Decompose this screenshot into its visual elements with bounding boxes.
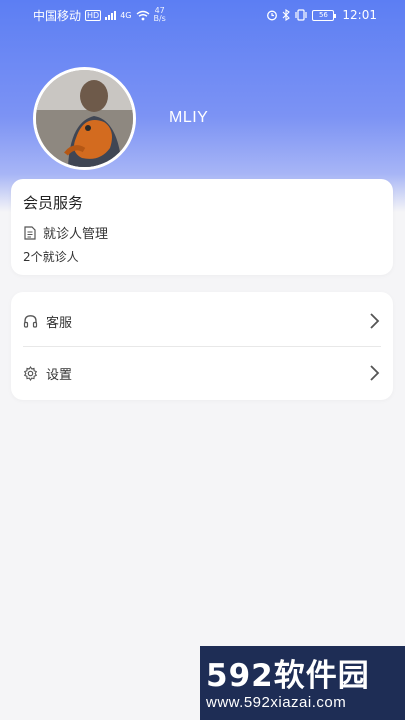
menu-item-settings[interactable]: 设置 bbox=[11, 346, 393, 400]
avatar[interactable] bbox=[33, 67, 136, 170]
network-speed: 47 B/s bbox=[154, 7, 166, 23]
customer-service-label: 客服 bbox=[46, 315, 73, 331]
speed-unit: B/s bbox=[153, 14, 166, 23]
menu-item-customer-service[interactable]: 客服 bbox=[11, 294, 393, 348]
patient-management-label: 就诊人管理 bbox=[43, 227, 109, 242]
chevron-right-icon bbox=[370, 313, 380, 329]
watermark: 592软件园 www.592xiazai.com bbox=[200, 646, 405, 720]
network-type: 4G bbox=[120, 10, 132, 20]
watermark-title: 592软件园 bbox=[206, 658, 370, 694]
username: MLIY bbox=[169, 109, 209, 126]
status-left: 中国移动 HD 4G 47 B/s bbox=[33, 7, 166, 24]
battery-icon: 56 bbox=[312, 9, 337, 21]
settings-label: 设置 bbox=[46, 367, 73, 383]
member-service-card: 会员服务 就诊人管理 2个就诊人 bbox=[11, 179, 393, 275]
status-bar: 中国移动 HD 4G 47 B/s 56 12:01 bbox=[0, 0, 405, 30]
patient-count: 2个就诊人 bbox=[23, 250, 79, 264]
gear-icon bbox=[23, 365, 38, 381]
avatar-photo bbox=[36, 70, 133, 167]
status-right: 56 12:01 bbox=[266, 8, 377, 22]
vibrate-icon bbox=[295, 9, 308, 21]
signal-icon bbox=[105, 10, 117, 20]
chevron-right-icon bbox=[370, 365, 380, 381]
menu-card: 客服 设置 bbox=[11, 292, 393, 400]
hd-badge: HD bbox=[85, 9, 102, 21]
carrier-label: 中国移动 bbox=[33, 8, 82, 23]
bluetooth-icon bbox=[283, 9, 291, 21]
wifi-icon bbox=[136, 10, 149, 20]
alarm-icon bbox=[267, 10, 278, 21]
member-service-title: 会员服务 bbox=[23, 194, 84, 212]
headset-icon bbox=[23, 314, 38, 328]
clock: 12:01 bbox=[342, 8, 377, 22]
watermark-url: www.592xiazai.com bbox=[206, 694, 347, 711]
document-icon bbox=[24, 225, 36, 240]
patient-management-link[interactable]: 就诊人管理 bbox=[23, 223, 108, 242]
